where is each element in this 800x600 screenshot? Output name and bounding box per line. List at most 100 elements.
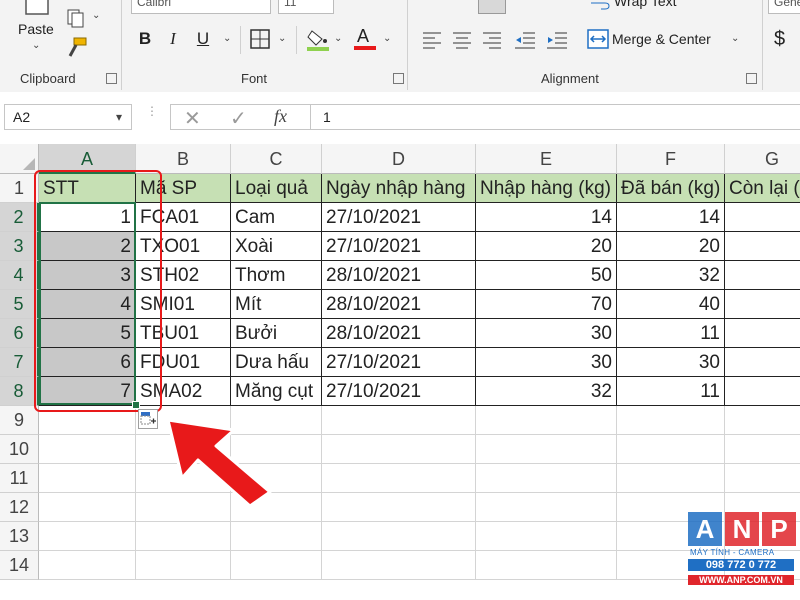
- empty-cell[interactable]: [617, 464, 725, 493]
- table-cell[interactable]: SMA02: [136, 377, 231, 406]
- align-left-icon[interactable]: [422, 31, 442, 49]
- table-cell[interactable]: [725, 232, 800, 261]
- table-cell[interactable]: 32: [476, 377, 617, 406]
- empty-cell[interactable]: [231, 551, 322, 580]
- italic-button[interactable]: I: [164, 26, 182, 52]
- align-right-icon[interactable]: [482, 31, 502, 49]
- merge-center-icon[interactable]: [587, 29, 609, 49]
- empty-cell[interactable]: [725, 435, 800, 464]
- empty-cell[interactable]: [322, 522, 476, 551]
- table-cell[interactable]: [725, 203, 800, 232]
- copy-dropdown-icon[interactable]: ⌄: [92, 10, 100, 21]
- number-format-select[interactable]: General: [768, 0, 800, 14]
- row-header-5[interactable]: 5: [0, 290, 39, 319]
- table-cell[interactable]: 30: [476, 348, 617, 377]
- table-cell[interactable]: Măng cụt: [231, 377, 322, 406]
- row-header-10[interactable]: 10: [0, 435, 39, 464]
- currency-button[interactable]: $: [774, 28, 785, 51]
- name-box-dropdown-icon[interactable]: ▾: [116, 110, 122, 124]
- font-color-dropdown-icon[interactable]: ⌄: [383, 33, 391, 44]
- empty-cell[interactable]: [476, 435, 617, 464]
- table-cell[interactable]: 32: [617, 261, 725, 290]
- row-header-4[interactable]: 4: [0, 261, 39, 290]
- table-cell[interactable]: Cam: [231, 203, 322, 232]
- borders-dropdown-icon[interactable]: ⌄: [278, 33, 286, 44]
- increase-indent-icon[interactable]: [546, 31, 568, 49]
- column-header-f[interactable]: F: [617, 144, 725, 174]
- empty-cell[interactable]: [476, 522, 617, 551]
- table-cell[interactable]: 30: [476, 319, 617, 348]
- empty-cell[interactable]: [136, 522, 231, 551]
- table-cell[interactable]: FCA01: [136, 203, 231, 232]
- cancel-entry-icon[interactable]: ✕: [184, 106, 201, 131]
- table-cell[interactable]: FDU01: [136, 348, 231, 377]
- empty-cell[interactable]: [617, 435, 725, 464]
- column-header-g[interactable]: G: [725, 144, 800, 174]
- fill-color-dropdown-icon[interactable]: ⌄: [334, 33, 342, 44]
- empty-cell[interactable]: [322, 435, 476, 464]
- wrap-text-label[interactable]: Wrap Text: [614, 0, 677, 9]
- row-header-11[interactable]: 11: [0, 464, 39, 493]
- decrease-indent-icon[interactable]: [514, 31, 536, 49]
- row-header-12[interactable]: 12: [0, 493, 39, 522]
- row-header-1[interactable]: 1: [0, 174, 39, 203]
- empty-cell[interactable]: [322, 464, 476, 493]
- row-header-3[interactable]: 3: [0, 232, 39, 261]
- column-header-c[interactable]: C: [231, 144, 322, 174]
- table-cell[interactable]: 11: [617, 319, 725, 348]
- confirm-entry-icon[interactable]: ✓: [230, 106, 247, 131]
- empty-cell[interactable]: [39, 493, 136, 522]
- table-cell[interactable]: 5: [39, 319, 136, 348]
- empty-cell[interactable]: [39, 464, 136, 493]
- table-cell[interactable]: Xoài: [231, 232, 322, 261]
- empty-cell[interactable]: [476, 406, 617, 435]
- formula-input[interactable]: 1: [310, 104, 800, 130]
- table-cell[interactable]: 27/10/2021: [322, 203, 476, 232]
- font-name-select[interactable]: Calibri: [131, 0, 271, 14]
- empty-cell[interactable]: [725, 464, 800, 493]
- table-cell[interactable]: 70: [476, 290, 617, 319]
- table-cell[interactable]: 27/10/2021: [322, 348, 476, 377]
- empty-cell[interactable]: [322, 493, 476, 522]
- table-cell[interactable]: [725, 261, 800, 290]
- row-header-6[interactable]: 6: [0, 319, 39, 348]
- table-cell[interactable]: TBU01: [136, 319, 231, 348]
- row-header-14[interactable]: 14: [0, 551, 39, 580]
- table-header-cell[interactable]: Nhập hàng (kg): [476, 174, 617, 203]
- row-header-7[interactable]: 7: [0, 348, 39, 377]
- row-header-2[interactable]: 2: [0, 203, 39, 232]
- table-cell[interactable]: TXO01: [136, 232, 231, 261]
- empty-cell[interactable]: [725, 406, 800, 435]
- table-cell[interactable]: STH02: [136, 261, 231, 290]
- column-header-e[interactable]: E: [476, 144, 617, 174]
- table-cell[interactable]: 30: [617, 348, 725, 377]
- select-all-button[interactable]: [0, 144, 39, 174]
- bold-button[interactable]: B: [136, 26, 154, 52]
- table-cell[interactable]: 27/10/2021: [322, 232, 476, 261]
- table-cell[interactable]: 7: [39, 377, 136, 406]
- font-launcher-icon[interactable]: [393, 73, 404, 84]
- table-cell[interactable]: 27/10/2021: [322, 377, 476, 406]
- table-cell[interactable]: Thơm: [231, 261, 322, 290]
- empty-cell[interactable]: [322, 406, 476, 435]
- align-top-button[interactable]: [478, 0, 506, 14]
- table-cell[interactable]: [725, 377, 800, 406]
- table-header-cell[interactable]: Đã bán (kg): [617, 174, 725, 203]
- row-header-8[interactable]: 8: [0, 377, 39, 406]
- borders-icon[interactable]: [250, 29, 270, 49]
- table-cell[interactable]: 4: [39, 290, 136, 319]
- row-header-9[interactable]: 9: [0, 406, 39, 435]
- table-cell[interactable]: 14: [617, 203, 725, 232]
- table-cell[interactable]: 14: [476, 203, 617, 232]
- empty-cell[interactable]: [476, 464, 617, 493]
- format-painter-icon[interactable]: [66, 36, 88, 58]
- alignment-launcher-icon[interactable]: [746, 73, 757, 84]
- table-cell[interactable]: 11: [617, 377, 725, 406]
- table-cell[interactable]: 50: [476, 261, 617, 290]
- table-cell[interactable]: 20: [476, 232, 617, 261]
- merge-center-label[interactable]: Merge & Center: [612, 31, 711, 47]
- table-cell[interactable]: 20: [617, 232, 725, 261]
- name-box[interactable]: A2: [4, 104, 132, 130]
- row-header-13[interactable]: 13: [0, 522, 39, 551]
- column-header-d[interactable]: D: [322, 144, 476, 174]
